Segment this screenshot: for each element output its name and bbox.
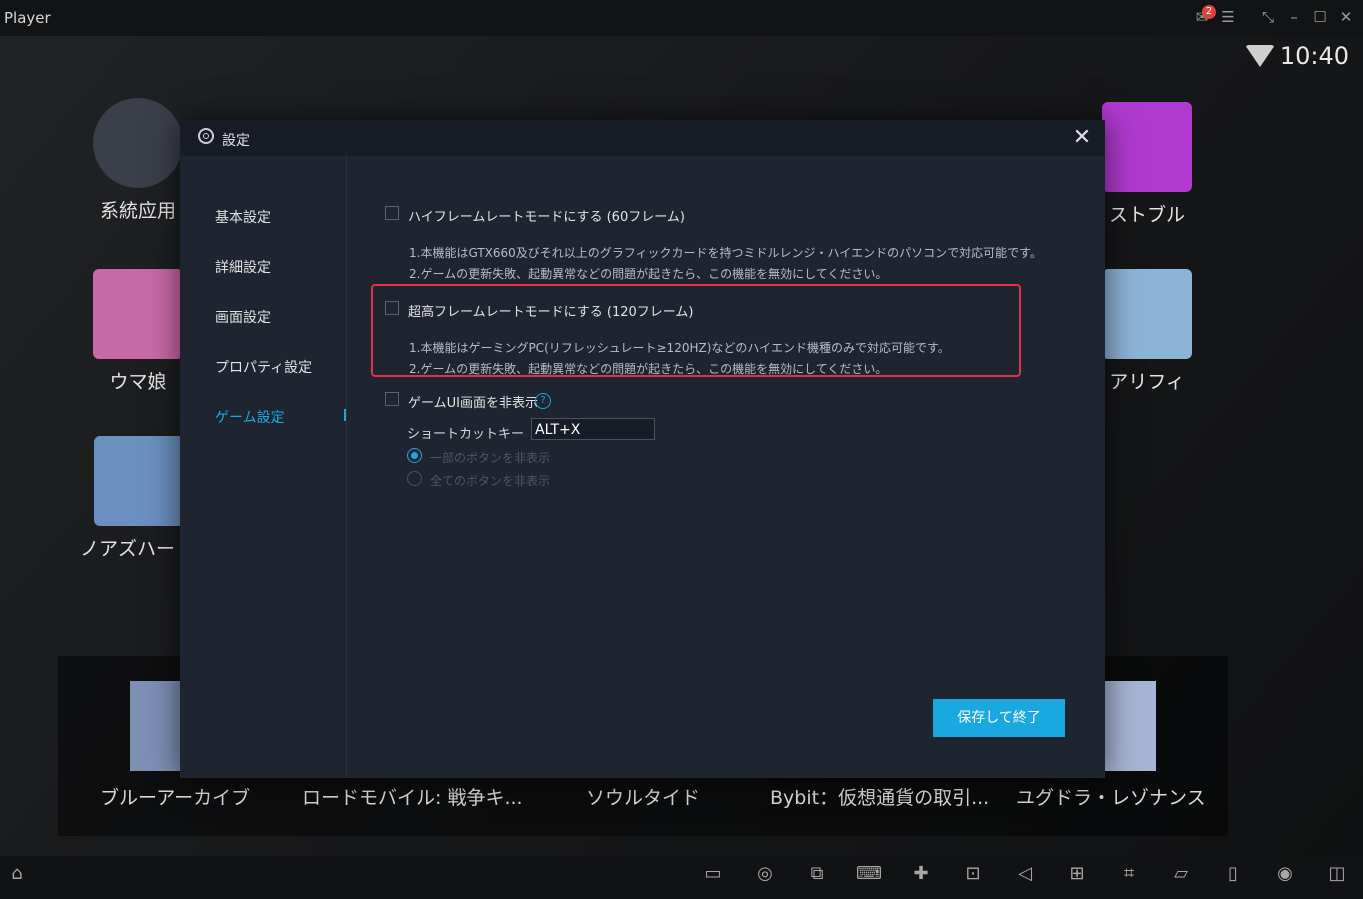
home-icon[interactable]: ⌂ [2,861,32,887]
shortcut-label: ショートカットキー [407,427,525,442]
shake-icon[interactable]: ▯ [1218,861,1248,887]
app-thumbnail [94,436,184,526]
maximize-icon[interactable]: ☐ [1311,8,1329,26]
hide-ui-label[interactable]: ゲームUI画面を非表示 [408,392,538,411]
app-thumbnail[interactable] [1105,681,1156,771]
app-umamusume[interactable]: ウマ娘 [88,269,188,394]
nav-basic[interactable]: 基本設定 [215,207,271,227]
gamepad-icon[interactable]: ✚ [906,861,936,887]
nav-game[interactable]: ゲーム設定 [215,407,285,427]
high-frame-desc-2: 2.ゲームの更新失敗、起動異常などの問題が起きたら、この機能を無効にしてください… [409,267,888,281]
gear-icon [93,98,183,188]
screenshot-icon[interactable]: ⊡ [958,861,988,887]
apk-install-icon[interactable]: ⊞ [1062,861,1092,887]
app-label: ストブル [1108,204,1185,226]
minimize-icon[interactable]: – [1285,8,1303,26]
app-storibu[interactable]: ストブル [1097,102,1197,227]
ultra-frame-label[interactable]: 超高フレームレートモードにする (120フレーム) [408,301,693,320]
app-thumbnail [1102,269,1192,359]
location-icon[interactable]: ◉ [1270,861,1300,887]
app-system[interactable]: 系統应用 [88,98,188,223]
radio-hide-all-label: 全てのボタンを非表示 [430,474,551,488]
app-label-lords-mobile[interactable]: ロードモバイル: 戦争キ... [302,783,523,810]
app-thumbnail[interactable] [130,681,180,771]
app-label-soul-tide[interactable]: ソウルタイド [586,783,700,810]
taskbar [0,856,1363,899]
wifi-icon [1245,45,1275,67]
screen-record-icon[interactable]: ◎ [750,861,780,887]
app-label: 系統应用 [99,200,176,222]
dialog-header: 設定 ✕ [180,120,1105,156]
app-label-yggdra[interactable]: ユグドラ・レゾナンス [1016,783,1206,810]
settings-dialog: 設定 ✕ 基本設定 詳細設定 画面設定 プロパティ設定 ゲーム設定 ハイフレーム… [180,120,1105,778]
app-noahs-heart[interactable]: ノアズハー [80,436,184,561]
rotate-icon[interactable]: ◫ [1322,861,1352,887]
app-label-blue-archive[interactable]: ブルーアーカイブ [100,783,250,810]
menu-icon[interactable]: ☰ [1219,8,1237,26]
shortcut-input[interactable]: ALT+X [531,418,655,440]
app-label: ノアズハー [80,538,176,560]
high-frame-label[interactable]: ハイフレームレートモードにする (60フレーム) [408,206,685,225]
app-label-bybit[interactable]: Bybit：仮想通貨の取引... [770,783,989,810]
active-nav-indicator [344,409,346,421]
video-record-icon[interactable]: ▭ [698,861,728,887]
folder-icon[interactable]: ▱ [1166,861,1196,887]
settings-nav: 基本設定 詳細設定 画面設定 プロパティ設定 ゲーム設定 [180,156,347,778]
volume-icon[interactable]: ◁ [1010,861,1040,887]
settings-gear-icon [198,128,214,144]
ultra-frame-desc-2: 2.ゲームの更新失敗、起動異常などの問題が起きたら、この機能を無効にしてください… [409,362,888,376]
close-window-icon[interactable]: ✕ [1337,8,1355,26]
app-thumbnail [93,269,183,359]
radio-hide-some-label: 一部のボタンを非表示 [430,451,551,465]
high-frame-checkbox[interactable] [385,206,399,220]
mail-badge: 2 [1202,5,1216,19]
nav-properties[interactable]: プロパティ設定 [215,357,312,377]
app-arifi[interactable]: アリフィ [1097,269,1197,394]
restore-size-icon[interactable]: ⤡ [1259,8,1277,26]
ultra-frame-checkbox[interactable] [385,301,399,315]
multi-instance-icon[interactable]: ⧉ [802,861,832,887]
app-label: ウマ娘 [109,371,167,393]
radio-hide-some[interactable] [407,448,422,463]
title-bar: Player ✉ 2 ☰ ⤡ – ☐ ✕ [0,0,1363,36]
keyboard-icon[interactable]: ⌨ [854,861,884,887]
help-icon[interactable]: ? [535,393,551,409]
nav-display[interactable]: 画面設定 [215,307,271,327]
nav-advanced[interactable]: 詳細設定 [215,257,271,277]
app-thumbnail [1102,102,1192,192]
save-and-exit-button[interactable]: 保存して終了 [933,699,1065,737]
radio-hide-all[interactable] [407,471,422,486]
clock: 10:40 [1279,42,1349,70]
high-frame-desc-1: 1.本機能はGTX660及びそれ以上のグラフィックカードを持つミドルレンジ・ハイ… [409,246,1042,260]
dialog-title: 設定 [222,133,250,149]
ultra-frame-desc-1: 1.本機能はゲーミングPC(リフレッシュレート≥120HZ)などのハイエンド機種… [409,341,950,355]
close-icon[interactable]: ✕ [1070,126,1094,150]
crop-icon[interactable]: ⌗ [1114,861,1144,887]
hide-ui-checkbox[interactable] [385,392,399,406]
app-label: アリフィ [1109,371,1185,393]
window-title: Player [4,9,51,27]
